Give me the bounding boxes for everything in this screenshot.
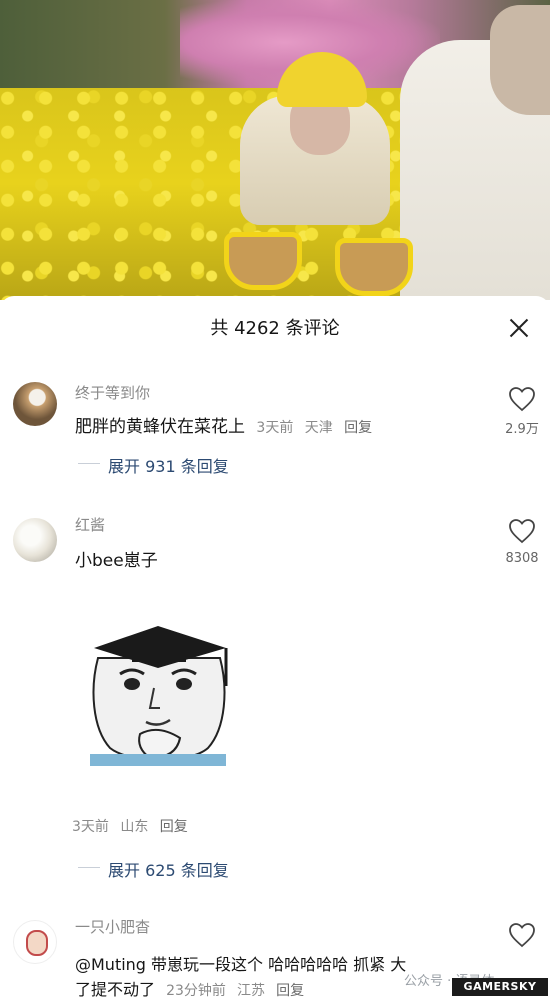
avatar[interactable] [13, 920, 57, 964]
like-count: 2.9万 [505, 422, 539, 437]
reply-button[interactable]: 回复 [344, 420, 372, 436]
avatar-face [26, 930, 48, 956]
close-icon[interactable] [506, 316, 532, 342]
comments-count-title: 共 4262 条评论 [210, 318, 340, 339]
avatar[interactable] [13, 382, 57, 426]
reply-button[interactable]: 回复 [160, 819, 188, 835]
comment-location: 天津 [304, 420, 333, 436]
comment-meta-row: 3天前 山东 回复 [72, 816, 188, 836]
comment-body-line2[interactable]: 了提不动了 [75, 980, 155, 998]
basket-left [224, 232, 302, 290]
reply-button[interactable]: 回复 [276, 983, 304, 998]
comments-sheet: 共 4262 条评论 终于等到你 肥胖的黄蜂伏在菜花上 3天前 天津 回复 2.… [0, 296, 550, 998]
comment-time: 3天前 [256, 420, 294, 436]
comment-body: 肥胖的黄蜂伏在菜花上 [75, 417, 245, 437]
comment-body[interactable]: 小bee崽子 [75, 546, 158, 571]
adult-head-blurred [490, 5, 550, 115]
comment-location: 山东 [120, 819, 149, 835]
expand-replies-button[interactable]: 展开 625 条回复 [108, 857, 229, 881]
avatar[interactable] [13, 518, 57, 562]
heart-outline-icon[interactable] [508, 922, 536, 948]
comment-username[interactable]: 红酱 [75, 514, 105, 535]
expand-replies-button[interactable]: 展开 931 条回复 [108, 453, 229, 477]
comment-time: 3天前 [72, 819, 109, 835]
divider-line [78, 867, 100, 868]
comment-text[interactable]: 肥胖的黄蜂伏在菜花上 3天前 天津 回复 [75, 412, 372, 437]
divider-line [78, 463, 100, 464]
comment-body-line1[interactable]: @Muting 带崽玩一段这个 哈哈哈哈哈 抓紧 大 [75, 951, 406, 975]
like-count: 8308 [505, 551, 539, 566]
gamersky-watermark: GAMERSKY [452, 978, 548, 996]
comment-username[interactable]: 终于等到你 [75, 382, 150, 403]
heart-outline-icon[interactable] [508, 518, 536, 544]
comment-time: 23分钟前 [166, 983, 226, 998]
comment-location: 江苏 [237, 983, 266, 998]
video-frame[interactable] [0, 0, 550, 300]
heart-outline-icon[interactable] [508, 386, 536, 412]
comment-body-line2-row: 了提不动了 23分钟前 江苏 回复 [75, 976, 304, 998]
comment-username[interactable]: 一只小肥杳 [75, 916, 150, 937]
basket-right [335, 238, 413, 296]
meme-sticker-image[interactable] [80, 608, 236, 766]
